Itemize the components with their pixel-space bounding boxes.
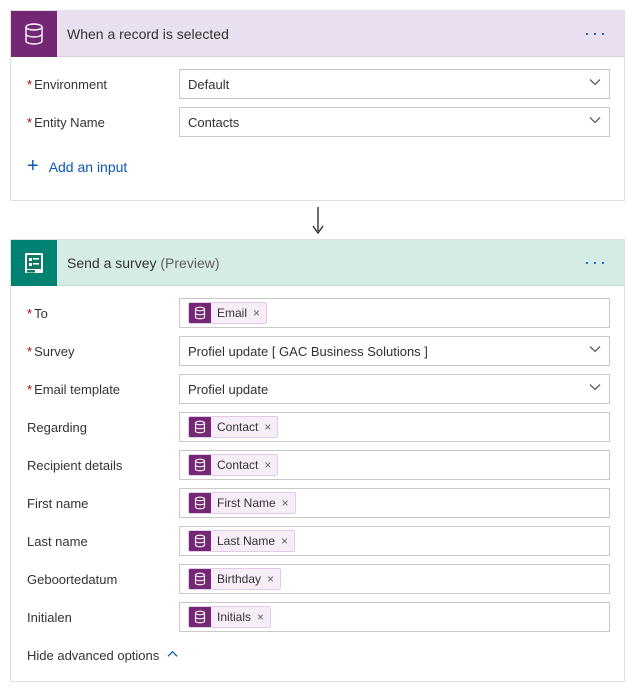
regarding-input[interactable]: Contact × <box>179 412 610 442</box>
trigger-header[interactable]: When a record is selected ··· <box>11 11 624 57</box>
to-input[interactable]: Email × <box>179 298 610 328</box>
preview-tag: (Preview) <box>160 255 219 271</box>
token-birthday[interactable]: Birthday × <box>188 568 281 590</box>
cds-connector-icon <box>11 11 57 57</box>
entity-select[interactable]: Contacts <box>179 107 610 137</box>
template-select[interactable]: Profiel update <box>179 374 610 404</box>
action-more-button[interactable]: ··· <box>580 252 612 273</box>
token-remove-button[interactable]: × <box>264 458 277 472</box>
birthday-input[interactable]: Birthday × <box>179 564 610 594</box>
token-remove-button[interactable]: × <box>281 534 294 548</box>
trigger-more-button[interactable]: ··· <box>580 23 612 44</box>
add-input-button[interactable]: + Add an input <box>25 145 129 184</box>
entity-value: Contacts <box>188 115 239 130</box>
label-firstname: First name <box>25 496 179 511</box>
connector-arrow <box>10 201 625 239</box>
chevron-down-icon <box>589 115 601 130</box>
token-remove-button[interactable]: × <box>253 306 266 320</box>
row-environment: Environment Default <box>25 69 610 99</box>
template-value: Profiel update <box>188 382 268 397</box>
lastname-input[interactable]: Last Name × <box>179 526 610 556</box>
row-lastname: Last name Last Name × <box>25 526 610 556</box>
label-to: To <box>25 306 179 321</box>
chevron-down-icon <box>589 77 601 92</box>
label-initials: Initialen <box>25 610 179 625</box>
token-contact[interactable]: Contact × <box>188 454 278 476</box>
row-survey: Survey Profiel update [ GAC Business Sol… <box>25 336 610 366</box>
row-template: Email template Profiel update <box>25 374 610 404</box>
row-firstname: First name First Name × <box>25 488 610 518</box>
database-icon <box>189 454 211 476</box>
hide-advanced-toggle[interactable]: Hide advanced options <box>25 640 180 665</box>
database-icon <box>189 302 211 324</box>
database-icon <box>189 416 211 438</box>
trigger-card: When a record is selected ··· Environmen… <box>10 10 625 201</box>
initials-input[interactable]: Initials × <box>179 602 610 632</box>
row-initials: Initialen Initials × <box>25 602 610 632</box>
token-remove-button[interactable]: × <box>264 420 277 434</box>
row-entity: Entity Name Contacts <box>25 107 610 137</box>
chevron-down-icon <box>589 382 601 397</box>
plus-icon: + <box>27 155 39 178</box>
database-icon <box>189 568 211 590</box>
action-body: To Email × Survey Profiel update [ GAC B… <box>11 286 624 681</box>
label-regarding: Regarding <box>25 420 179 435</box>
firstname-input[interactable]: First Name × <box>179 488 610 518</box>
token-lastname[interactable]: Last Name × <box>188 530 295 552</box>
token-initials[interactable]: Initials × <box>188 606 271 628</box>
row-birthday: Geboortedatum Birthday × <box>25 564 610 594</box>
label-recipient: Recipient details <box>25 458 179 473</box>
action-title: Send a survey (Preview) <box>67 255 580 271</box>
row-regarding: Regarding Contact × <box>25 412 610 442</box>
environment-select[interactable]: Default <box>179 69 610 99</box>
trigger-title: When a record is selected <box>67 26 580 42</box>
label-template: Email template <box>25 382 179 397</box>
database-icon <box>189 606 211 628</box>
forms-pro-connector-icon <box>11 240 57 286</box>
survey-value: Profiel update [ GAC Business Solutions … <box>188 344 428 359</box>
environment-value: Default <box>188 77 229 92</box>
row-to: To Email × <box>25 298 610 328</box>
action-card: Send a survey (Preview) ··· To Email × S… <box>10 239 625 682</box>
token-remove-button[interactable]: × <box>282 496 295 510</box>
token-email[interactable]: Email × <box>188 302 267 324</box>
row-recipient: Recipient details Contact × <box>25 450 610 480</box>
label-environment: Environment <box>25 77 179 92</box>
token-contact[interactable]: Contact × <box>188 416 278 438</box>
database-icon <box>189 492 211 514</box>
token-firstname[interactable]: First Name × <box>188 492 296 514</box>
database-icon <box>189 530 211 552</box>
chevron-up-icon <box>167 648 178 663</box>
label-survey: Survey <box>25 344 179 359</box>
add-input-label: Add an input <box>49 159 128 175</box>
survey-select[interactable]: Profiel update [ GAC Business Solutions … <box>179 336 610 366</box>
action-header[interactable]: Send a survey (Preview) ··· <box>11 240 624 286</box>
recipient-input[interactable]: Contact × <box>179 450 610 480</box>
trigger-body: Environment Default Entity Name Contacts… <box>11 57 624 200</box>
chevron-down-icon <box>589 344 601 359</box>
label-entity: Entity Name <box>25 115 179 130</box>
token-remove-button[interactable]: × <box>267 572 280 586</box>
label-lastname: Last name <box>25 534 179 549</box>
token-remove-button[interactable]: × <box>257 610 270 624</box>
label-birthday: Geboortedatum <box>25 572 179 587</box>
